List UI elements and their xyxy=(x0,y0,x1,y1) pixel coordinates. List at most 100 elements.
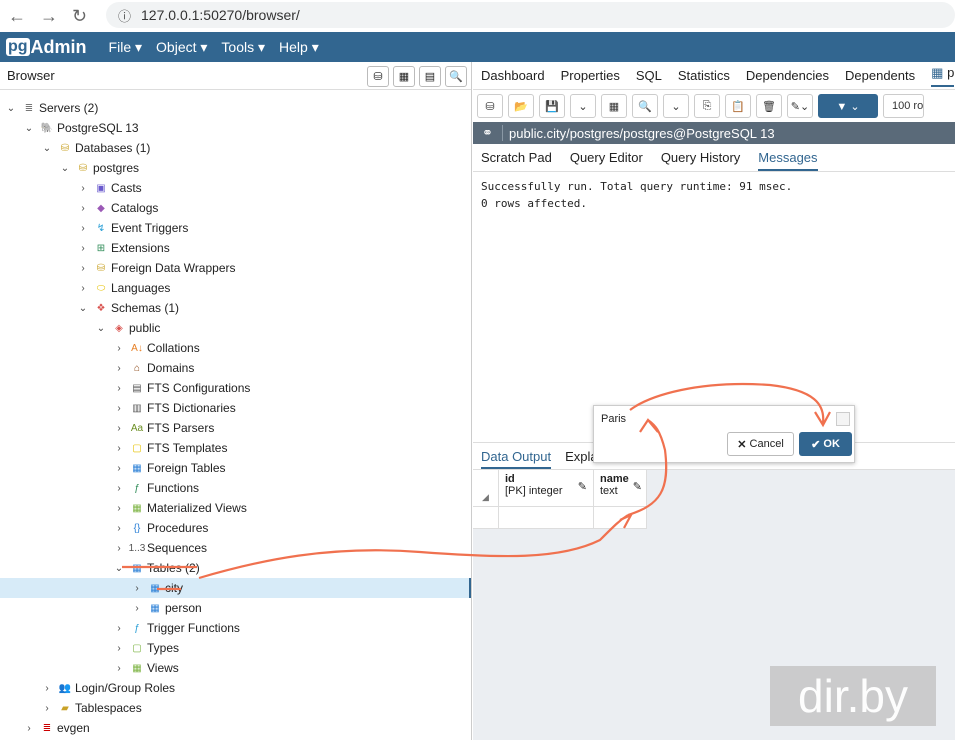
tree-item[interactable]: › ▰ Tablespaces xyxy=(0,698,471,718)
query-icon[interactable]: ▦ xyxy=(601,94,627,118)
tree-item[interactable]: › ƒ Functions xyxy=(0,478,471,498)
chevron-right-icon[interactable]: › xyxy=(130,603,144,614)
row-header[interactable] xyxy=(473,507,499,529)
edit-icon[interactable]: ✎⌄ xyxy=(787,94,813,118)
tree-item[interactable]: › ƒ Trigger Functions xyxy=(0,618,471,638)
tree-item[interactable]: › ▦ person xyxy=(0,598,471,618)
column-header-name[interactable]: name text ✎ xyxy=(594,470,647,507)
tree-item[interactable]: ⌄ ▦ Tables (2) xyxy=(0,558,471,578)
tree-item[interactable]: › ▦ Foreign Tables xyxy=(0,458,471,478)
chevron-right-icon[interactable]: › xyxy=(76,283,90,294)
edit-pencil-icon[interactable]: ✎ xyxy=(633,480,642,493)
forward-icon[interactable]: → xyxy=(40,6,58,27)
cell-editor-textarea[interactable]: Paris xyxy=(601,413,626,425)
tree-item[interactable]: › ▦ Materialized Views xyxy=(0,498,471,518)
chevron-right-icon[interactable]: › xyxy=(112,543,126,554)
chevron-right-icon[interactable]: › xyxy=(112,663,126,674)
chevron-right-icon[interactable]: › xyxy=(112,623,126,634)
row-limit-select[interactable]: 100 ro xyxy=(883,94,925,118)
chevron-down-icon[interactable]: ⌄ xyxy=(4,103,18,114)
tree-item[interactable]: › ▣ Casts xyxy=(0,178,471,198)
chevron-right-icon[interactable]: › xyxy=(76,223,90,234)
column-header-id[interactable]: id [PK] integer ✎ xyxy=(499,470,594,507)
view-data-icon[interactable]: ▦ xyxy=(393,66,415,87)
tree-item[interactable]: › ▦ city xyxy=(0,578,471,598)
chevron-right-icon[interactable]: › xyxy=(112,443,126,454)
database-icon[interactable]: ⛁ xyxy=(477,94,503,118)
chevron-right-icon[interactable]: › xyxy=(22,723,36,734)
tab-query-tool[interactable]: ▦ p xyxy=(931,65,955,87)
tab-dependents[interactable]: Dependents xyxy=(845,68,915,83)
menu-tools[interactable]: Tools ▾ xyxy=(221,39,265,56)
chevron-right-icon[interactable]: › xyxy=(112,503,126,514)
copy-icon[interactable]: ⎘ xyxy=(694,94,720,118)
edit-pencil-icon[interactable]: ✎ xyxy=(578,480,587,493)
address-bar[interactable]: ⓘ 127.0.0.1:50270/browser/ xyxy=(106,2,955,28)
tree-item[interactable]: › ▥ FTS Dictionaries xyxy=(0,398,471,418)
tree-item[interactable]: › ▢ FTS Templates xyxy=(0,438,471,458)
resize-handle-icon[interactable] xyxy=(836,412,850,426)
tab-scratch-pad[interactable]: Scratch Pad xyxy=(481,150,552,165)
chevron-right-icon[interactable]: › xyxy=(112,463,126,474)
chevron-right-icon[interactable]: › xyxy=(40,683,54,694)
chevron-right-icon[interactable]: › xyxy=(130,583,144,594)
tree-item[interactable]: › ▦ Views xyxy=(0,658,471,678)
tree-item[interactable]: ⌄ ⛁ postgres xyxy=(0,158,471,178)
paste-icon[interactable]: 📋 xyxy=(725,94,751,118)
chevron-right-icon[interactable]: › xyxy=(76,263,90,274)
menu-help[interactable]: Help ▾ xyxy=(279,39,319,56)
tree-item[interactable]: › Aa FTS Parsers xyxy=(0,418,471,438)
search-icon[interactable]: 🔍 xyxy=(445,66,467,87)
tab-properties[interactable]: Properties xyxy=(561,68,620,83)
save-icon[interactable]: 💾 xyxy=(539,94,565,118)
chevron-right-icon[interactable]: › xyxy=(40,703,54,714)
delete-icon[interactable]: 🗑 xyxy=(756,94,782,118)
tree-item[interactable]: › ⛁ Foreign Data Wrappers xyxy=(0,258,471,278)
chevron-down-icon[interactable]: ⌄ xyxy=(112,563,126,574)
select-all-corner[interactable]: ◢ xyxy=(473,470,499,507)
chevron-down-icon[interactable]: ⌄ xyxy=(40,143,54,154)
cell-id[interactable] xyxy=(499,507,594,529)
chevron-right-icon[interactable]: › xyxy=(112,343,126,354)
chevron-right-icon[interactable]: › xyxy=(112,403,126,414)
open-file-icon[interactable]: 📂 xyxy=(508,94,534,118)
tree-item[interactable]: ⌄ ≣ Servers (2) xyxy=(0,98,471,118)
back-icon[interactable]: ← xyxy=(8,6,26,27)
tab-data-output[interactable]: Data Output xyxy=(481,444,552,469)
filter-rows-icon[interactable]: ▤ xyxy=(419,66,441,87)
reload-icon[interactable]: ↻ xyxy=(72,6,87,27)
find-icon[interactable]: 🔍 xyxy=(632,94,658,118)
menu-file[interactable]: File ▾ xyxy=(109,39,142,56)
chevron-down-icon[interactable]: ⌄ xyxy=(58,163,72,174)
chevron-right-icon[interactable]: › xyxy=(112,483,126,494)
chevron-right-icon[interactable]: › xyxy=(112,523,126,534)
chevron-right-icon[interactable]: › xyxy=(112,643,126,654)
tab-dependencies[interactable]: Dependencies xyxy=(746,68,829,83)
tree-item[interactable]: ⌄ ⛁ Databases (1) xyxy=(0,138,471,158)
chevron-down-icon[interactable]: ⌄ xyxy=(94,323,108,334)
tree-item[interactable]: › 👥 Login/Group Roles xyxy=(0,678,471,698)
cell-name[interactable] xyxy=(594,507,647,529)
tree-item[interactable]: › ⌂ Domains xyxy=(0,358,471,378)
query-tool-icon[interactable]: ⛁ xyxy=(367,66,389,87)
tree-item[interactable]: › 1..3 Sequences xyxy=(0,538,471,558)
tree-item[interactable]: › ⊞ Extensions xyxy=(0,238,471,258)
tab-query-history[interactable]: Query History xyxy=(661,150,740,165)
tree-item[interactable]: › A↓ Collations xyxy=(0,338,471,358)
tree-item[interactable]: ⌄ 🐘 PostgreSQL 13 xyxy=(0,118,471,138)
tree-item[interactable]: › ↯ Event Triggers xyxy=(0,218,471,238)
tree-item[interactable]: ⌄ ❖ Schemas (1) xyxy=(0,298,471,318)
tree-item[interactable]: › ▤ FTS Configurations xyxy=(0,378,471,398)
tree-item[interactable]: › ▢ Types xyxy=(0,638,471,658)
tree-item[interactable]: › ◆ Catalogs xyxy=(0,198,471,218)
chevron-right-icon[interactable]: › xyxy=(76,243,90,254)
chevron-right-icon[interactable]: › xyxy=(76,183,90,194)
chevron-right-icon[interactable]: › xyxy=(112,383,126,394)
tab-dashboard[interactable]: Dashboard xyxy=(481,68,545,83)
chevron-right-icon[interactable]: › xyxy=(112,423,126,434)
tab-sql[interactable]: SQL xyxy=(636,68,662,83)
filter-button[interactable]: ▼ ⌄ xyxy=(818,94,878,118)
chevron-down-icon[interactable]: ⌄ xyxy=(22,123,36,134)
tab-statistics[interactable]: Statistics xyxy=(678,68,730,83)
connection-bar[interactable]: ⚭ public.city/postgres/postgres@PostgreSQ… xyxy=(473,122,955,144)
